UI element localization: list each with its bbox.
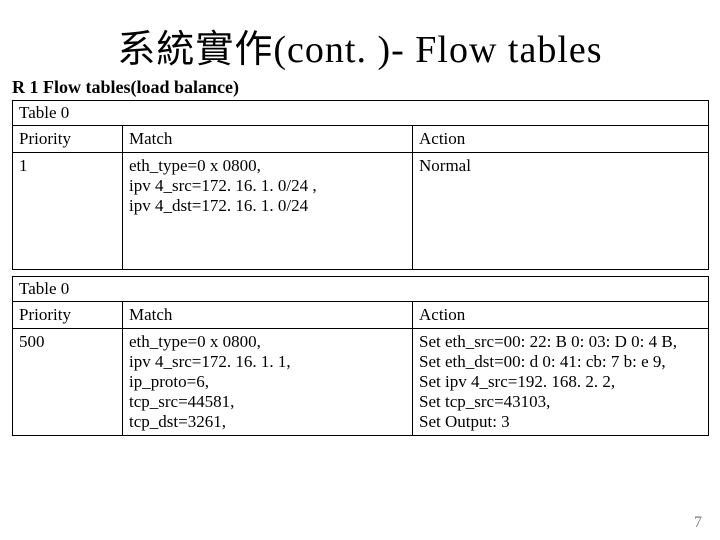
flow-table-0: Table 0 Priority Match Action 1 eth_type…: [12, 100, 709, 270]
page-number: 7: [694, 514, 702, 532]
table-row: 500 eth_type=0 x 0800, ipv 4_src=172. 16…: [13, 329, 709, 436]
table-caption: Table 0: [13, 101, 709, 126]
cell-priority: 500: [13, 329, 123, 436]
col-header-priority: Priority: [13, 302, 123, 329]
col-header-action: Action: [413, 126, 709, 153]
cell-priority: 1: [13, 153, 123, 270]
col-header-action: Action: [413, 302, 709, 329]
table-caption: Table 0: [13, 277, 709, 302]
col-header-match: Match: [123, 302, 413, 329]
cell-match: eth_type=0 x 0800, ipv 4_src=172. 16. 1.…: [123, 329, 413, 436]
slide-subheading: R 1 Flow tables(load balance): [0, 77, 720, 100]
cell-action: Set eth_src=00: 22: B 0: 03: D 0: 4 B, S…: [413, 329, 709, 436]
col-header-match: Match: [123, 126, 413, 153]
cell-action: Normal: [413, 153, 709, 270]
table-row: 1 eth_type=0 x 0800, ipv 4_src=172. 16. …: [13, 153, 709, 270]
cell-match: eth_type=0 x 0800, ipv 4_src=172. 16. 1.…: [123, 153, 413, 270]
flow-table-1: Table 0 Priority Match Action 500 eth_ty…: [12, 276, 709, 436]
slide-title: 系統實作(cont. )- Flow tables: [0, 0, 720, 77]
col-header-priority: Priority: [13, 126, 123, 153]
